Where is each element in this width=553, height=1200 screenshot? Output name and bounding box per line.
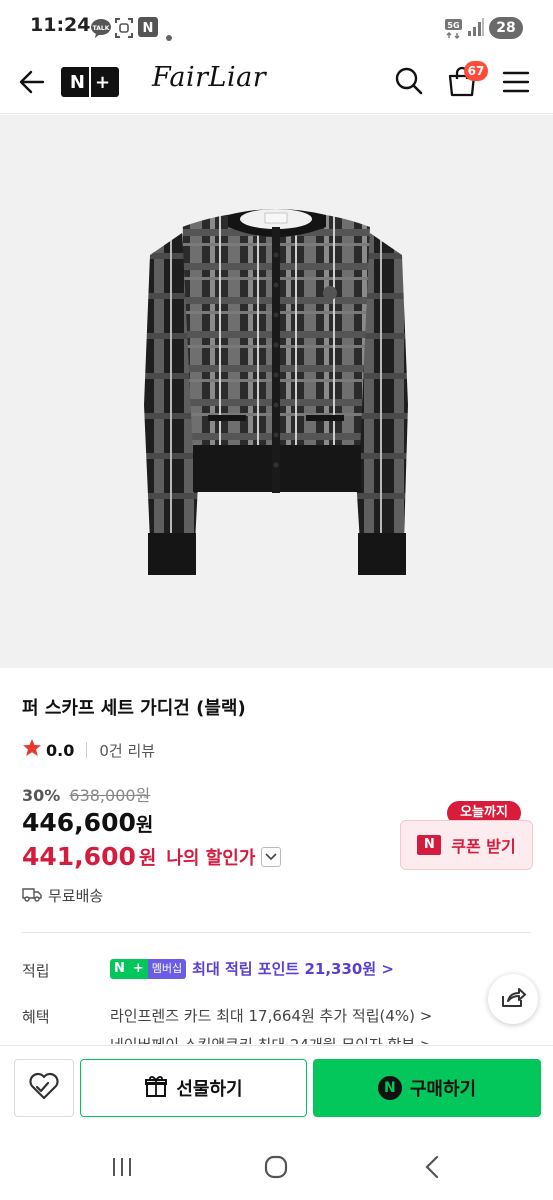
- membership-points-row[interactable]: N + 멤버십 최대 적립 포인트 21,330원 >: [110, 958, 394, 979]
- cart-count-badge: 67: [464, 61, 488, 81]
- purchase-action-bar: 선물하기 N 구매하기: [0, 1045, 553, 1130]
- discount-percent: 30%: [22, 786, 61, 805]
- sale-price-unit: 원: [135, 814, 154, 836]
- card-benefit-text[interactable]: 라인프렌즈 카드 최대 17,664원 추가 적립(4%) >: [110, 1005, 432, 1026]
- back-arrow-icon[interactable]: [18, 69, 46, 99]
- more-notifications-dot: [166, 26, 172, 48]
- my-price-label: 나의 할인가: [166, 847, 256, 869]
- app-header: N + FairLiar 67: [0, 56, 553, 114]
- installment-benefit-text[interactable]: 네이버페이 스킨앤쿠키 최대 24개월 무이자 할부 >: [110, 1034, 432, 1044]
- section-divider: [22, 932, 531, 933]
- discount-row: 30% 638,000원: [22, 782, 150, 806]
- benefit-label: 혜택: [22, 1008, 50, 1026]
- svg-text:5G: 5G: [447, 21, 459, 30]
- my-price-unit: 원: [138, 847, 157, 869]
- gift-icon: [144, 1074, 168, 1103]
- svg-text:TALK: TALK: [93, 25, 110, 32]
- review-count[interactable]: 0건 리뷰: [99, 740, 155, 761]
- logo-separator: [88, 67, 91, 97]
- naver-plus-logo[interactable]: N +: [61, 67, 119, 97]
- system-navigation-bar: [0, 1130, 553, 1200]
- star-icon: [22, 738, 42, 762]
- rating-summary[interactable]: 0.0 0건 리뷰: [22, 738, 155, 762]
- heart-icon: [28, 1072, 60, 1104]
- share-icon: [500, 985, 526, 1013]
- brand-logo[interactable]: FairLiar: [152, 62, 266, 93]
- coupon-label: 쿠폰 받기: [451, 837, 516, 856]
- sale-price: 446,600원: [22, 808, 153, 837]
- svg-text:N: N: [143, 21, 154, 36]
- naver-notification-icon: N: [138, 17, 158, 39]
- home-icon[interactable]: [264, 1155, 288, 1183]
- network-5g-icon: 5G: [444, 17, 466, 39]
- naver-n-logo: N: [417, 835, 442, 855]
- screenshot-notification-icon: [114, 17, 134, 39]
- coupon-button[interactable]: N 쿠폰 받기: [400, 820, 533, 870]
- cardigan-image: [144, 209, 408, 575]
- gift-button[interactable]: 선물하기: [80, 1059, 307, 1117]
- buy-button[interactable]: N 구매하기: [313, 1059, 541, 1117]
- my-discount-price[interactable]: 441,600 원 나의 할인가: [22, 842, 282, 871]
- naver-pay-n-icon: N: [377, 1076, 402, 1100]
- product-image[interactable]: [0, 115, 553, 668]
- product-title: 퍼 스카프 세트 가디건 (블랙): [22, 698, 246, 719]
- membership-badge-n: N: [110, 958, 129, 979]
- max-points-text[interactable]: 최대 적립 포인트 21,330원 >: [192, 958, 394, 979]
- search-icon[interactable]: [394, 66, 424, 100]
- points-label: 적립: [22, 962, 50, 980]
- my-price-value: 441,600: [22, 842, 136, 871]
- back-nav-icon[interactable]: [422, 1155, 442, 1183]
- share-button[interactable]: [488, 974, 538, 1024]
- battery-indicator: 28: [489, 17, 523, 39]
- shipping-text: 무료배송: [48, 887, 104, 905]
- buy-label: 구매하기: [409, 1079, 477, 1100]
- membership-badge-text: 멤버십: [147, 958, 187, 979]
- shipping-info: 무료배송: [22, 885, 103, 906]
- status-bar: 11:24 TALK N 5G 28: [0, 0, 553, 56]
- membership-badge: N + 멤버십: [110, 958, 187, 979]
- rating-score: 0.0: [46, 740, 75, 760]
- menu-hamburger-icon[interactable]: [502, 70, 530, 98]
- signal-strength-icon: [467, 17, 485, 39]
- membership-badge-plus: +: [128, 958, 148, 979]
- sale-price-value: 446,600: [22, 808, 136, 837]
- rating-divider: [86, 742, 88, 758]
- kakaotalk-notification-icon: TALK: [90, 17, 112, 39]
- status-time: 11:24: [30, 14, 91, 36]
- truck-icon: [22, 886, 42, 906]
- naver-plus-logo-n: N: [69, 71, 85, 93]
- original-price: 638,000원: [69, 786, 151, 805]
- recent-apps-icon[interactable]: [110, 1156, 134, 1182]
- naver-plus-logo-plus: +: [94, 71, 111, 93]
- chevron-down-icon[interactable]: [261, 846, 282, 867]
- wishlist-button[interactable]: [14, 1059, 74, 1117]
- gift-label: 선물하기: [176, 1079, 243, 1100]
